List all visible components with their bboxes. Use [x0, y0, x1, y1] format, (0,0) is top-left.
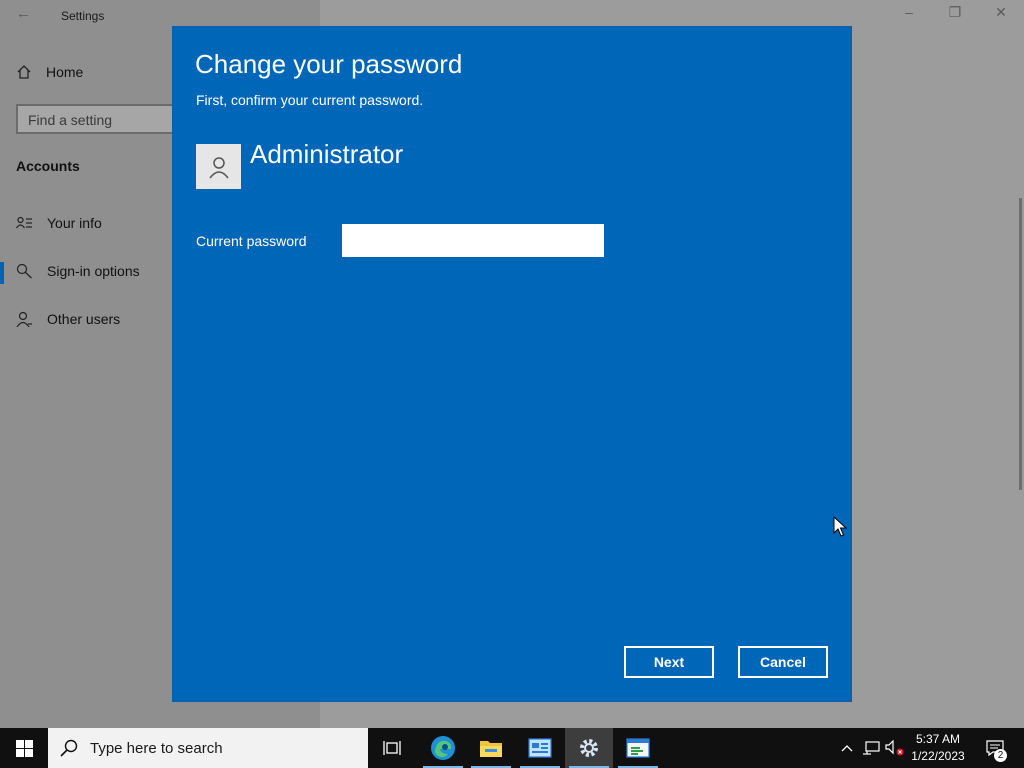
server-manager-button[interactable]: [614, 728, 662, 768]
clock-date: 1/22/2023: [911, 749, 965, 763]
chevron-up-icon: [841, 745, 853, 752]
network-icon: [863, 741, 880, 755]
settings-button[interactable]: [565, 728, 613, 768]
task-view-icon: [383, 741, 401, 755]
action-center-button[interactable]: [980, 728, 1010, 768]
file-explorer-icon: [480, 741, 502, 757]
minimize-icon[interactable]: –: [894, 4, 924, 20]
find-setting-input[interactable]: Find a setting: [16, 104, 186, 134]
avatar: [196, 144, 241, 189]
notification-count-badge: 2: [994, 749, 1007, 762]
home-icon: [17, 65, 31, 79]
clock-time: 5:37 AM: [915, 732, 961, 746]
file-explorer-button[interactable]: [467, 728, 515, 768]
scrollbar[interactable]: [1019, 198, 1022, 490]
start-button[interactable]: [0, 728, 48, 768]
key-icon: [16, 263, 32, 279]
close-icon[interactable]: ✕: [986, 4, 1016, 21]
clock[interactable]: 5:37 AM 1/22/2023: [902, 731, 974, 765]
settings-icon: [580, 739, 598, 757]
dialog-title: Change your password: [195, 49, 463, 79]
edge-button[interactable]: [419, 728, 467, 768]
edge-icon: [431, 736, 455, 760]
user-avatar-icon: [208, 156, 229, 178]
cancel-button[interactable]: Cancel: [738, 646, 828, 678]
windows-logo-icon: [15, 739, 33, 757]
nav-home-label: Home: [46, 64, 84, 80]
network-tray-button[interactable]: [860, 728, 882, 768]
next-button[interactable]: Next: [624, 646, 714, 678]
nav-home[interactable]: Home: [16, 64, 83, 80]
current-password-label: Current password: [196, 233, 307, 249]
nav-item-label: Other users: [47, 311, 121, 327]
task-view-button[interactable]: [368, 728, 416, 768]
nav-item-sign-in-options[interactable]: Sign-in options: [16, 263, 140, 279]
restore-icon[interactable]: ❐: [940, 4, 970, 21]
taskbar: Type here to search 5:37 AM 1/22/2023: [0, 728, 1024, 768]
nav-item-label: Sign-in options: [47, 263, 140, 279]
control-panel-button[interactable]: [516, 728, 564, 768]
nav-section-title: Accounts: [16, 158, 80, 174]
dialog-subtitle: First, confirm your current password.: [196, 92, 424, 108]
person-icon: [16, 311, 32, 327]
window-title: Settings: [61, 9, 105, 23]
contact-card-icon: [16, 216, 32, 229]
search-icon: [60, 739, 78, 757]
nav-item-label: Your info: [47, 215, 102, 231]
nav-item-other-users[interactable]: Other users: [16, 311, 120, 327]
nav-item-your-info[interactable]: Your info: [16, 215, 102, 231]
username: Administrator: [250, 139, 404, 169]
control-panel-icon: [528, 738, 552, 758]
back-arrow-icon[interactable]: ←: [16, 5, 31, 22]
change-password-dialog: Change your password First, confirm your…: [172, 26, 852, 702]
current-password-input[interactable]: [342, 224, 604, 257]
taskbar-search-box[interactable]: Type here to search: [48, 728, 368, 768]
nav-selection-indicator: [0, 262, 4, 284]
server-manager-icon: [626, 738, 650, 758]
show-hidden-icons-button[interactable]: [838, 728, 856, 768]
search-placeholder: Type here to search: [90, 739, 223, 757]
mouse-cursor-icon: [833, 516, 847, 537]
